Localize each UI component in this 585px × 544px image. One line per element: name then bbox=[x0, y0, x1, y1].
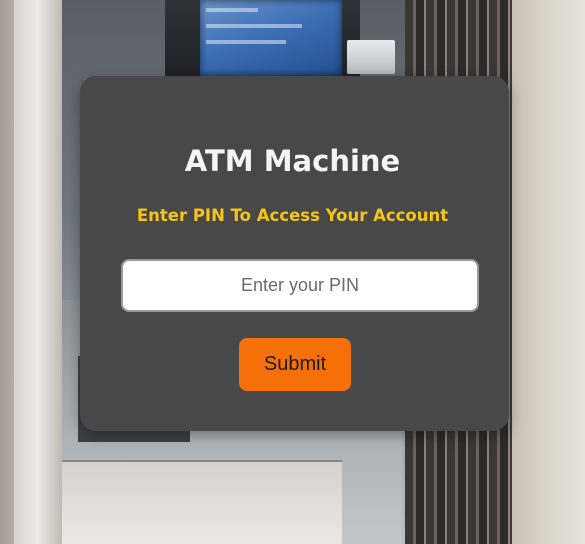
pin-input[interactable] bbox=[121, 259, 479, 312]
background-atm-tray bbox=[62, 460, 342, 544]
background-atm-screen-text bbox=[206, 8, 258, 12]
background-atm-handle bbox=[347, 40, 395, 74]
background-atm-screen-text bbox=[206, 40, 286, 44]
background-wall-right bbox=[512, 0, 585, 544]
submit-button[interactable]: Submit bbox=[239, 338, 351, 391]
page-title: ATM Machine bbox=[184, 144, 401, 178]
background-frame-left bbox=[14, 0, 62, 544]
atm-login-screen: ATM Machine Enter PIN To Access Your Acc… bbox=[0, 0, 585, 544]
pin-instruction: Enter PIN To Access Your Account bbox=[136, 206, 449, 225]
background-atm-screen-text bbox=[206, 24, 302, 28]
